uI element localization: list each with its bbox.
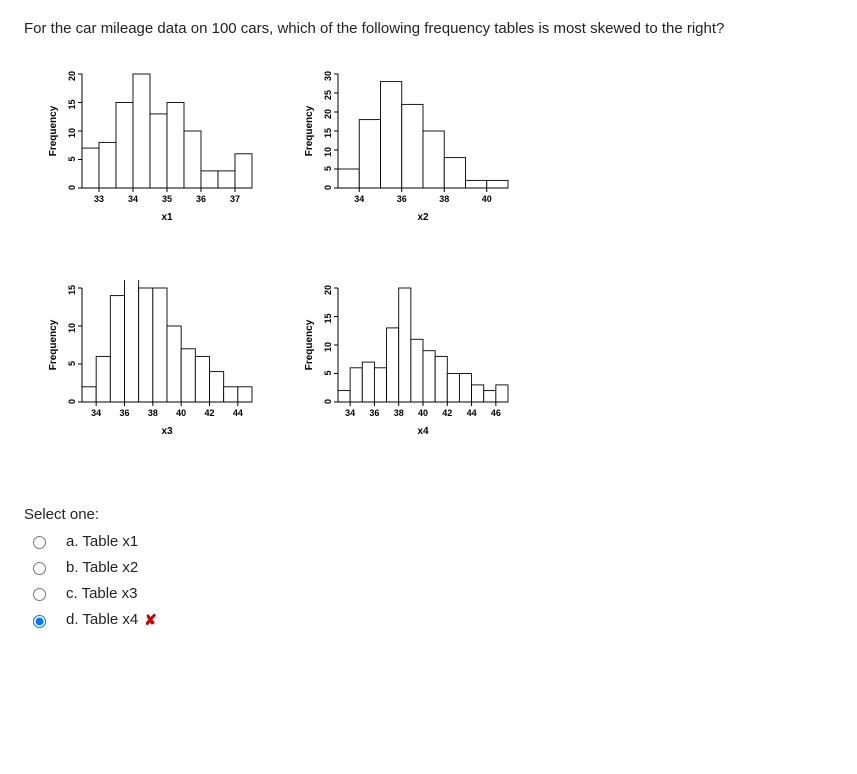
svg-text:Frequency: Frequency — [48, 105, 59, 156]
svg-text:10: 10 — [323, 147, 333, 157]
svg-text:35: 35 — [162, 194, 172, 204]
svg-text:x4: x4 — [417, 426, 429, 437]
option-b[interactable]: b. Table x2 — [28, 559, 833, 576]
svg-text:20: 20 — [67, 71, 77, 81]
svg-text:10: 10 — [323, 342, 333, 352]
chart-x4: 0 5 10 15 20 34 36 38 40 42 44 46 Frequency x4 — [304, 280, 544, 470]
svg-text:42: 42 — [442, 408, 452, 418]
chart-grid: 0 5 10 15 20 33 34 35 36 37 Frequency x1 0 5 10 15 20 25… — [48, 66, 833, 470]
svg-text:34: 34 — [91, 408, 101, 418]
svg-text:20: 20 — [323, 285, 333, 295]
svg-text:25: 25 — [323, 90, 333, 100]
option-a[interactable]: a. Table x1 — [28, 533, 833, 550]
svg-text:0: 0 — [323, 399, 333, 404]
svg-text:34: 34 — [354, 194, 364, 204]
option-b-label: b. Table x2 — [66, 559, 138, 576]
radio-b[interactable] — [33, 562, 46, 575]
option-c-label: c. Table x3 — [66, 585, 137, 602]
svg-text:15: 15 — [67, 99, 77, 109]
svg-text:42: 42 — [204, 408, 214, 418]
option-c[interactable]: c. Table x3 — [28, 585, 833, 602]
svg-text:15: 15 — [67, 285, 77, 295]
svg-text:5: 5 — [67, 156, 77, 161]
svg-text:10: 10 — [67, 128, 77, 138]
svg-text:Frequency: Frequency — [48, 319, 59, 370]
svg-text:44: 44 — [467, 408, 477, 418]
svg-text:Frequency: Frequency — [304, 105, 315, 156]
svg-text:36: 36 — [397, 194, 407, 204]
svg-text:38: 38 — [439, 194, 449, 204]
svg-text:15: 15 — [323, 313, 333, 323]
svg-text:40: 40 — [176, 408, 186, 418]
svg-text:40: 40 — [482, 194, 492, 204]
svg-text:44: 44 — [233, 408, 243, 418]
option-d[interactable]: d. Table x4 ✘ — [28, 611, 833, 629]
svg-text:38: 38 — [148, 408, 158, 418]
svg-text:46: 46 — [491, 408, 501, 418]
svg-text:15: 15 — [323, 128, 333, 138]
radio-a[interactable] — [33, 536, 46, 549]
svg-text:x1: x1 — [161, 212, 173, 223]
svg-text:5: 5 — [67, 361, 77, 366]
chart-x1: 0 5 10 15 20 33 34 35 36 37 Frequency x1 — [48, 66, 278, 256]
options-group: a. Table x1 b. Table x2 c. Table x3 d. T… — [28, 533, 833, 629]
svg-text:38: 38 — [394, 408, 404, 418]
svg-text:34: 34 — [128, 194, 138, 204]
svg-text:0: 0 — [67, 185, 77, 190]
option-a-label: a. Table x1 — [66, 533, 138, 550]
svg-text:20: 20 — [323, 109, 333, 119]
svg-text:40: 40 — [418, 408, 428, 418]
option-d-label: d. Table x4 — [66, 611, 138, 628]
svg-text:5: 5 — [323, 166, 333, 171]
svg-text:x3: x3 — [161, 426, 173, 437]
svg-text:5: 5 — [323, 370, 333, 375]
svg-text:36: 36 — [119, 408, 129, 418]
svg-text:x2: x2 — [417, 212, 429, 223]
incorrect-icon: ✘ — [144, 611, 157, 629]
svg-text:37: 37 — [230, 194, 240, 204]
chart-x3: 0 5 10 15 34 36 38 40 42 44 Frequency x3 — [48, 280, 278, 470]
svg-text:36: 36 — [196, 194, 206, 204]
question-text: For the car mileage data on 100 cars, wh… — [24, 18, 833, 40]
svg-text:Frequency: Frequency — [304, 319, 315, 370]
select-prompt: Select one: — [24, 506, 833, 523]
svg-text:33: 33 — [94, 194, 104, 204]
svg-text:0: 0 — [323, 185, 333, 190]
svg-text:36: 36 — [369, 408, 379, 418]
svg-text:10: 10 — [67, 323, 77, 333]
chart-x2: 0 5 10 15 20 25 30 34 36 38 40 Frequency x2 — [304, 66, 544, 256]
radio-d[interactable] — [33, 615, 46, 628]
svg-text:34: 34 — [345, 408, 355, 418]
radio-c[interactable] — [33, 588, 46, 601]
svg-text:30: 30 — [323, 71, 333, 81]
svg-text:0: 0 — [67, 399, 77, 404]
